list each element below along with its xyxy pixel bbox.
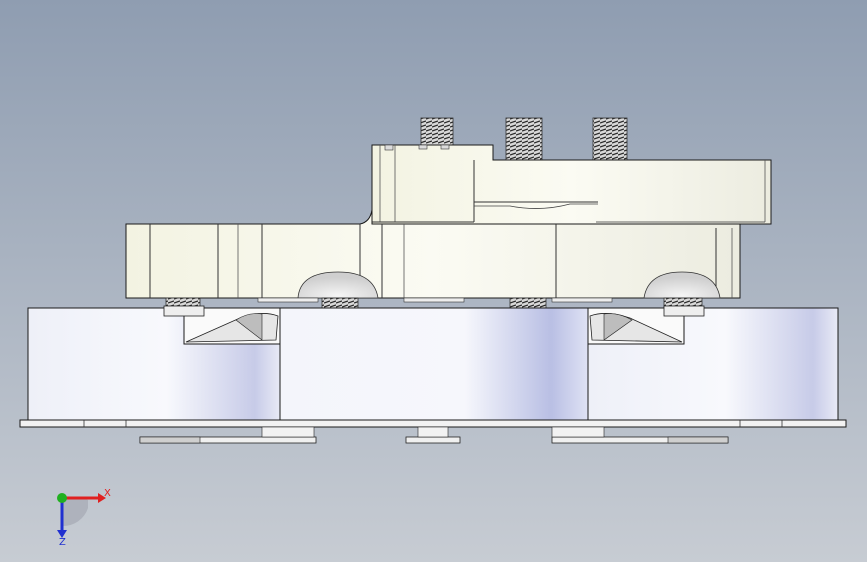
y-axis-dot: [57, 493, 67, 503]
graphics-viewport[interactable]: X Z: [0, 0, 867, 562]
base-plate: [19, 419, 847, 428]
coordinate-triad: X Z: [57, 488, 111, 548]
base-cylinders: [27, 305, 839, 421]
z-axis-label: Z: [59, 537, 66, 548]
model-view[interactable]: [0, 0, 867, 562]
x-axis-label: X: [104, 488, 111, 499]
